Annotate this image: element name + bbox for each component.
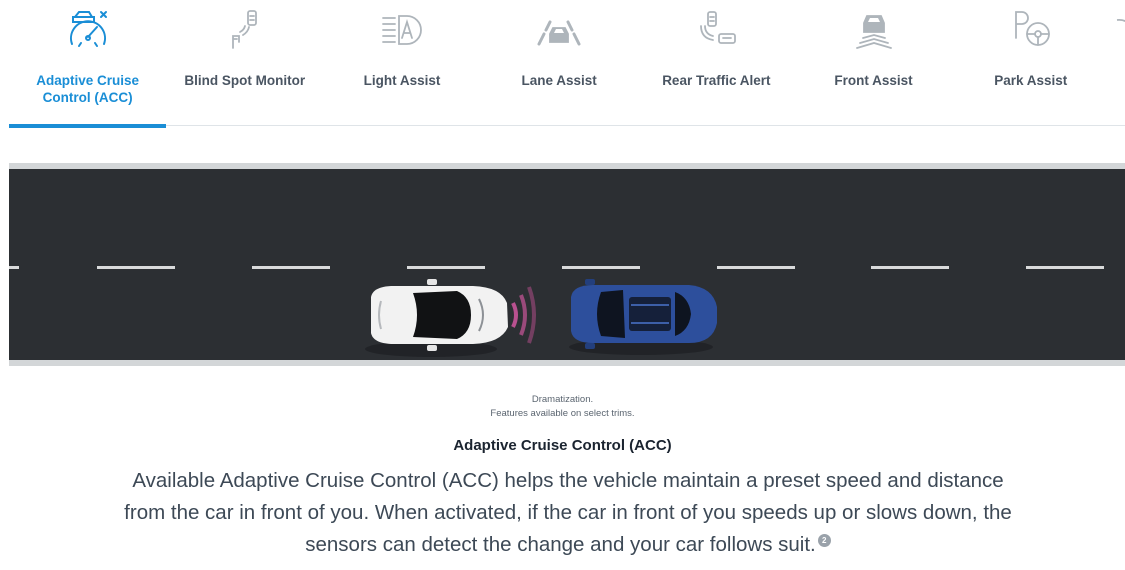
lane-marking bbox=[407, 266, 485, 269]
disclaimer-line: Features available on select trims. bbox=[490, 408, 635, 419]
lane-marking bbox=[562, 266, 640, 269]
tab-rear-traffic-alert[interactable]: Rear Traffic Alert bbox=[638, 0, 795, 128]
feature-description: Available Adaptive Cruise Control (ACC) … bbox=[118, 465, 1018, 561]
disclaimer-line: Dramatization. bbox=[531, 394, 594, 405]
tab-front-assist[interactable]: Front Assist bbox=[795, 0, 952, 128]
tab-label: Park Assist bbox=[994, 73, 1068, 88]
feature-title: Adaptive Cruise Control (ACC) bbox=[453, 437, 672, 454]
front-assist-car-icon bbox=[855, 15, 892, 49]
tab-lane-assist[interactable]: Lane Assist bbox=[481, 0, 638, 128]
own-car bbox=[365, 279, 536, 357]
footnote-badge[interactable]: 2 bbox=[817, 534, 831, 547]
tab-label: Blind Spot Monitor bbox=[184, 73, 306, 88]
tab-more[interactable] bbox=[1109, 0, 1125, 128]
feature-illustration bbox=[9, 163, 1125, 366]
lane-marking bbox=[1026, 266, 1104, 269]
speedometer-car-icon bbox=[69, 11, 107, 47]
tab-label: Front Assist bbox=[834, 73, 913, 88]
tab-label: Lane Assist bbox=[521, 73, 597, 88]
lane-marking bbox=[871, 266, 949, 269]
tab-blind-spot-monitor[interactable]: Blind Spot Monitor bbox=[166, 0, 323, 128]
lane-marking bbox=[252, 266, 330, 269]
headlight-assist-icon bbox=[382, 15, 422, 45]
tab-adaptive-cruise-control[interactable]: Adaptive Cruise Control (ACC) bbox=[9, 0, 167, 128]
tab-light-assist[interactable]: Light Assist bbox=[323, 0, 480, 128]
park-steering-icon bbox=[1014, 11, 1050, 46]
lane-marking bbox=[717, 266, 795, 269]
lane-marking bbox=[9, 266, 19, 269]
tab-label: Rear Traffic Alert bbox=[662, 73, 771, 88]
tab-label: Adaptive Cruise Control (ACC) bbox=[36, 73, 139, 105]
feature-tabs: Adaptive Cruise Control (ACC) Blind Spot… bbox=[9, 0, 1125, 128]
road bbox=[9, 169, 1125, 360]
rear-traffic-icon bbox=[700, 11, 737, 44]
lane-marking bbox=[97, 266, 175, 269]
lane-car-icon bbox=[537, 20, 581, 46]
tab-label: Light Assist bbox=[363, 73, 441, 88]
next-tab-icon bbox=[1117, 19, 1125, 22]
dramatization-disclaimer: Dramatization. Features available on sel… bbox=[0, 393, 1125, 421]
description-text: Available Adaptive Cruise Control (ACC) … bbox=[124, 469, 1012, 556]
tab-park-assist[interactable]: Park Assist bbox=[952, 0, 1109, 128]
blind-spot-mirror-icon bbox=[231, 10, 257, 49]
lead-car bbox=[569, 279, 717, 355]
